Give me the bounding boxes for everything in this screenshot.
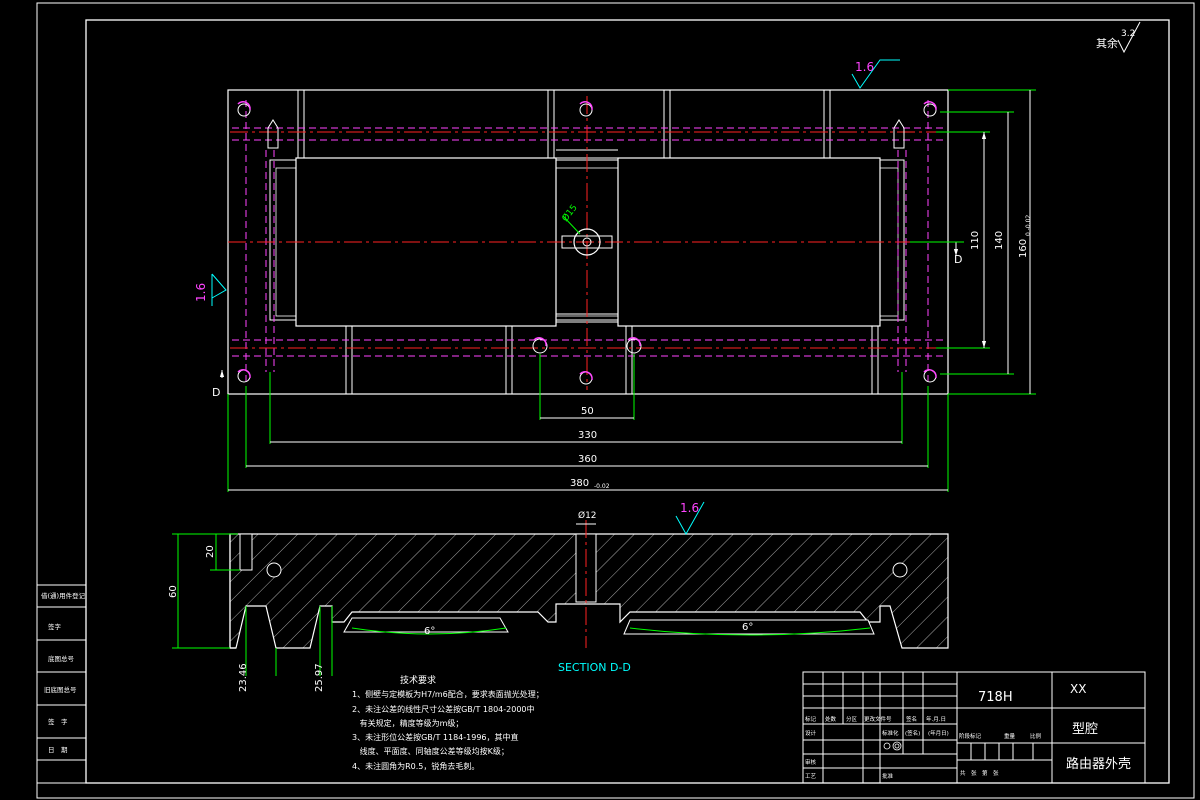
company-label: XX (1070, 682, 1086, 696)
tb-date: 年.月.日 (926, 715, 946, 723)
dim-50: 50 (581, 406, 594, 417)
tech-line-5: 线度、平面度、同轴度公差等级均按K级； (352, 746, 509, 756)
outer-frame (36, 2, 1195, 799)
tb-signature: (签名) (905, 729, 920, 737)
other-surfaces-note: 其余 (1096, 36, 1118, 50)
tb-standardize: 标准化 (882, 729, 899, 737)
roughness-section-value: 1.6 (680, 501, 699, 515)
strip-text-6: 日 期 (48, 746, 68, 754)
tb-sheets: 共 张 第 张 (960, 769, 999, 777)
part-type-label: 型腔 (1072, 722, 1098, 737)
tech-line-4: 3、未注形位公差按GB/T 1184-1996，其中直 (352, 732, 519, 742)
strip-text-4: 旧底图总号 (44, 685, 77, 694)
material-label: 718H (978, 690, 1013, 705)
dim-60: 60 (168, 585, 179, 598)
strip-text-5: 签 字 (48, 717, 68, 726)
part-name-label: 路由器外壳 (1066, 756, 1131, 772)
dim-25-97: 25.97 (314, 663, 325, 692)
tb-ymd: (年月日) (928, 729, 949, 737)
cad-drawing-canvas: 借(通)用件登记 签字 底图总号 旧底图总号 签 字 日 期 其余 3.2 Ø1… (36, 2, 1195, 799)
plan-view: Ø15 D D 1.6 1.6 110 140 160 0 -0.02 50 3… (194, 59, 1036, 492)
bore-diameter-label: Ø12 (578, 510, 597, 521)
section-view: Ø12 1.6 60 20 23.46 25.97 6° 6° SECTION … (168, 501, 949, 692)
roughness-symbol-left (211, 273, 227, 306)
tb-change-doc: 更改文件号 (864, 715, 892, 723)
tb-approve: 批准 (882, 772, 894, 780)
tb-design: 设计 (805, 729, 817, 737)
tb-count: 处数 (825, 715, 837, 723)
strip-text-3: 底图总号 (48, 654, 75, 663)
tech-line-3: 有关规定，精度等级为m级； (352, 718, 463, 728)
dim-20: 20 (205, 545, 216, 558)
tb-process: 工艺 (805, 773, 817, 780)
dim-23-46: 23.46 (238, 663, 249, 692)
hole-diameter-label: Ø15 (560, 202, 580, 223)
section-cut-label-left: D (212, 386, 220, 399)
roughness-top-value: 1.6 (855, 60, 874, 74)
section-cut-label-right: D (954, 253, 962, 266)
tech-line-1: 1、侧壁与定模板为H7/m6配合，要求表面抛光处理； (352, 689, 544, 699)
section-title: SECTION D-D (558, 661, 631, 674)
dim-380: 380 (570, 478, 589, 489)
strip-text-1: 借(通)用件登记 (41, 591, 86, 600)
corner-roughness-value: 3.2 (1121, 29, 1135, 39)
technical-requirements: 技术要求 1、侧壁与定模板为H7/m6配合，要求表面抛光处理； 2、未注公差的线… (352, 674, 544, 771)
tb-scale: 比例 (1030, 732, 1042, 740)
tb-mark: 标记 (805, 715, 817, 723)
tb-sign: 签名 (906, 715, 917, 723)
tb-stage: 阶段标记 (959, 732, 982, 740)
draft-angle-right: 6° (742, 622, 753, 633)
roughness-left-value: 1.6 (194, 283, 208, 302)
dim-160-tolerance: 0 -0.02 (1025, 215, 1032, 236)
strip-text-2: 签字 (48, 622, 62, 631)
tech-line-2: 2、未注公差的线性尺寸公差按GB/T 1804-2000中 (352, 704, 535, 714)
dim-140: 140 (994, 231, 1005, 250)
dim-330: 330 (578, 430, 597, 441)
dim-380-tolerance: -0.02 (594, 483, 610, 490)
tech-line-6: 4、未注圆角为R0.5，锐角去毛刺。 (352, 761, 479, 771)
draft-angle-left: 6° (424, 626, 435, 637)
tb-review: 审核 (805, 758, 817, 766)
dim-110: 110 (970, 231, 981, 250)
dim-360: 360 (578, 454, 597, 465)
tb-weight: 重量 (1004, 732, 1016, 740)
tb-zone: 分区 (846, 715, 858, 723)
tech-title: 技术要求 (400, 674, 436, 686)
dim-160: 160 (1018, 239, 1029, 258)
